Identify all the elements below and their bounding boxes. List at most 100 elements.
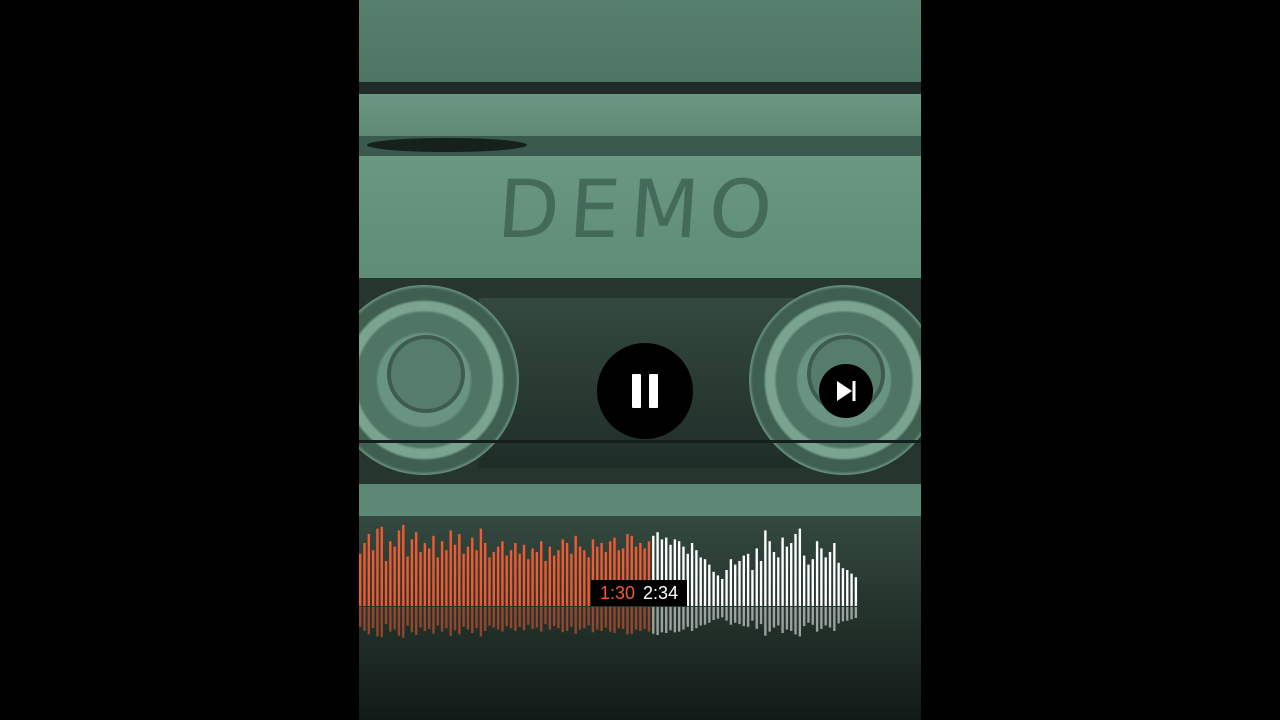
waveform-bar-reflection: [544, 607, 547, 625]
player-stage: DEMO 1:30 2:34: [0, 0, 1280, 720]
waveform-bar-reflection: [634, 607, 638, 630]
waveform-bar-reflection: [471, 607, 474, 633]
waveform-bar: [384, 561, 388, 606]
waveform-bar-reflection: [652, 607, 655, 634]
waveform-bar-reflection: [376, 607, 379, 637]
waveform-bar-reflection: [367, 607, 370, 635]
waveform-bar: [484, 543, 487, 606]
waveform-bar-reflection: [682, 607, 685, 630]
waveform-bar-reflection: [837, 607, 840, 624]
waveform-bar: [393, 546, 396, 606]
waveform-bar-reflection: [591, 607, 595, 633]
waveform-bar: [708, 564, 711, 606]
waveform-bar-reflection: [363, 607, 366, 631]
waveform-bar: [462, 553, 465, 606]
waveform-bar: [453, 544, 457, 606]
waveform-bar: [583, 550, 586, 606]
waveform-bar: [406, 556, 409, 606]
waveform-bar-reflection: [587, 607, 590, 626]
waveform-bar-reflection: [389, 607, 392, 632]
cassette-label-text: DEMO: [494, 163, 786, 256]
waveform-bar-reflection: [630, 607, 633, 634]
waveform-bar-reflection: [501, 607, 504, 632]
waveform-bar: [531, 548, 534, 606]
waveform-bar: [768, 541, 771, 606]
waveform-bar-reflection: [665, 607, 668, 633]
waveform-bar-reflection: [721, 607, 724, 618]
waveform-bar: [815, 541, 819, 606]
waveform-bar-reflection: [777, 607, 780, 626]
waveform-bar-reflection: [660, 607, 664, 633]
waveform-bar: [828, 552, 832, 606]
waveform-bar: [751, 570, 754, 606]
waveform-bar: [475, 550, 478, 606]
waveform-bar: [466, 546, 470, 606]
waveform-bar: [574, 535, 577, 606]
waveform-bar-reflection: [600, 607, 603, 631]
waveform-bar-reflection: [458, 607, 461, 635]
waveform-bar: [802, 555, 806, 606]
waveform-bar-reflection: [583, 607, 586, 629]
waveform-bar-reflection: [540, 607, 543, 632]
waveform-bar: [738, 561, 741, 606]
waveform-bar-reflection: [768, 607, 771, 632]
waveform-bar-reflection: [415, 607, 418, 636]
waveform-bar: [561, 539, 564, 606]
waveform-bar-reflection: [785, 607, 789, 630]
waveform-bar-reflection: [824, 607, 827, 626]
waveform-bar: [716, 575, 720, 606]
waveform-bar: [363, 543, 366, 606]
waveform-bar-reflection: [712, 607, 715, 620]
waveform-bar-reflection: [393, 607, 396, 630]
waveform-bar-reflection: [772, 607, 776, 628]
waveform-bar-reflection: [574, 607, 577, 634]
waveform-bar-reflection: [790, 607, 793, 631]
waveform-bar-reflection: [669, 607, 672, 631]
waveform-bar-reflection: [359, 607, 362, 627]
waveform-bar-reflection: [531, 607, 534, 629]
waveform-bar-reflection: [436, 607, 439, 626]
waveform-bar: [725, 570, 728, 606]
waveform-bar-reflection: [410, 607, 414, 633]
waveform-bar: [492, 552, 495, 606]
waveform-bar: [690, 543, 694, 606]
waveform-bar: [587, 557, 590, 606]
waveform-bar: [570, 553, 573, 606]
waveform-bar: [522, 544, 526, 606]
skip-next-button[interactable]: [819, 364, 873, 418]
waveform-bar-reflection: [565, 607, 569, 631]
waveform-bar-reflection: [397, 607, 401, 636]
waveform-bar-reflection: [807, 607, 810, 623]
waveform-bar-reflection: [371, 607, 375, 629]
waveform-bar-reflection: [578, 607, 582, 630]
waveform-bar-reflection: [419, 607, 422, 628]
waveform-bar: [755, 548, 758, 606]
waveform-bar-reflection: [527, 607, 530, 625]
waveform-bar-reflection: [535, 607, 539, 628]
waveform-bar-reflection: [402, 607, 405, 638]
waveform-bar: [794, 534, 797, 606]
waveform-bar: [518, 553, 521, 606]
waveform-bar: [824, 557, 827, 606]
waveform-bar-reflection: [729, 607, 733, 625]
waveform-bar-reflection: [781, 607, 784, 633]
waveform-bar-reflection: [725, 607, 728, 621]
waveform-bar-reflection: [423, 607, 427, 631]
cassette-edge-line: [359, 82, 921, 94]
waveform-bar: [777, 557, 780, 606]
waveform-bar-reflection: [384, 607, 388, 625]
waveform-bar-reflection: [561, 607, 564, 633]
waveform-bar: [488, 557, 491, 606]
waveform-bar-reflection: [453, 607, 457, 631]
waveform-bar: [548, 546, 552, 606]
waveform-bar-reflection: [557, 607, 560, 629]
waveform-bar-reflection: [828, 607, 832, 628]
pause-button[interactable]: [597, 343, 693, 439]
waveform-bar: [527, 559, 530, 606]
waveform-bar-reflection: [445, 607, 448, 629]
waveform-bar: [833, 543, 836, 606]
waveform-bar: [854, 577, 858, 606]
waveform-bar-reflection: [656, 607, 659, 636]
waveform-bar: [509, 550, 513, 606]
waveform-bar: [496, 546, 500, 606]
